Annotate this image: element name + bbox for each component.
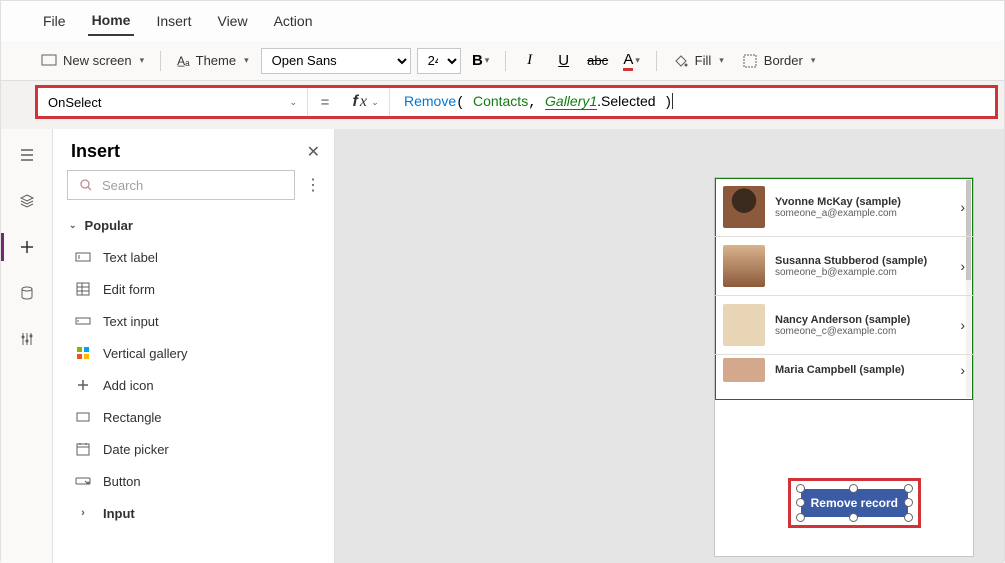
avatar xyxy=(723,358,765,382)
insert-vertical-gallery[interactable]: Vertical gallery xyxy=(53,337,334,369)
insert-text-label[interactable]: Text label xyxy=(53,241,334,273)
selection-highlight: Remove record xyxy=(788,478,921,528)
chevron-right-icon[interactable]: › xyxy=(960,258,965,274)
formula-bar: OnSelect ⌄ = fx ⌄ Remove( Contacts, Gall… xyxy=(35,85,998,119)
layers-icon[interactable] xyxy=(15,189,39,213)
resize-handle[interactable] xyxy=(904,513,913,522)
insert-button[interactable]: Button xyxy=(53,465,334,497)
close-icon[interactable]: ✕ xyxy=(307,142,320,162)
menu-insert[interactable]: Insert xyxy=(152,7,195,35)
underline-button[interactable]: U xyxy=(550,47,578,75)
chevron-right-icon[interactable]: › xyxy=(960,362,965,378)
insert-edit-form[interactable]: Edit form xyxy=(53,273,334,305)
equals-sign: = xyxy=(308,94,342,111)
menu-home[interactable]: Home xyxy=(88,6,135,36)
search-icon xyxy=(78,177,94,193)
new-screen-icon xyxy=(41,53,57,69)
panel-title: Insert xyxy=(71,141,120,162)
chevron-right-icon[interactable]: › xyxy=(960,317,965,333)
left-rail xyxy=(1,129,53,563)
chevron-down-icon: ⌄ xyxy=(289,97,297,108)
menu-action[interactable]: Action xyxy=(270,7,317,35)
resize-handle[interactable] xyxy=(849,513,858,522)
resize-handle[interactable] xyxy=(904,484,913,493)
search-input[interactable]: Search xyxy=(67,170,295,200)
remove-record-button[interactable]: Remove record xyxy=(801,489,908,517)
menu-view[interactable]: View xyxy=(213,7,251,35)
insert-rail-icon[interactable] xyxy=(15,235,39,259)
formula-input[interactable]: Remove( Contacts, Gallery1.Selected ) xyxy=(390,93,995,111)
insert-panel: Insert ✕ Search ⋮ ⌄ Popular Text label E… xyxy=(53,129,335,563)
menu-file[interactable]: File xyxy=(39,7,70,35)
fill-button[interactable]: Fill▾ xyxy=(667,49,730,73)
italic-button[interactable]: I xyxy=(516,47,544,75)
avatar xyxy=(723,304,765,346)
chevron-down-icon: ⌄ xyxy=(69,220,77,231)
font-color-button[interactable]: A▾ xyxy=(618,47,646,75)
ribbon-toolbar: New screen▾ A̲ₐ Theme▾ Open Sans 24 B▾ I… xyxy=(1,41,1004,81)
gallery-control[interactable]: Yvonne McKay (sample)someone_a@example.c… xyxy=(715,178,973,385)
resize-handle[interactable] xyxy=(904,498,913,507)
font-name-select[interactable]: Open Sans xyxy=(261,48,411,74)
resize-handle[interactable] xyxy=(849,484,858,493)
chevron-right-icon[interactable]: › xyxy=(960,199,965,215)
data-icon[interactable] xyxy=(15,281,39,305)
bold-button[interactable]: B▾ xyxy=(467,47,495,75)
strikethrough-button[interactable]: abc xyxy=(584,47,612,75)
theme-button[interactable]: A̲ₐ Theme▾ xyxy=(171,49,254,72)
avatar xyxy=(723,245,765,287)
app-preview: Yvonne McKay (sample)someone_a@example.c… xyxy=(714,177,974,557)
gallery-row[interactable]: Susanna Stubberod (sample)someone_b@exam… xyxy=(715,237,973,296)
tree-view-icon[interactable] xyxy=(15,143,39,167)
menu-bar: File Home Insert View Action xyxy=(1,1,1004,41)
category-popular[interactable]: ⌄ Popular xyxy=(53,210,334,241)
gallery-row[interactable]: Nancy Anderson (sample)someone_c@example… xyxy=(715,296,973,355)
border-icon xyxy=(742,53,758,69)
fill-icon xyxy=(673,53,689,69)
resize-handle[interactable] xyxy=(796,484,805,493)
gallery-row[interactable]: Yvonne McKay (sample)someone_a@example.c… xyxy=(715,178,973,237)
more-icon[interactable]: ⋮ xyxy=(305,175,320,195)
insert-add-icon[interactable]: Add icon xyxy=(53,369,334,401)
resize-handle[interactable] xyxy=(796,498,805,507)
fx-button[interactable]: fx ⌄ xyxy=(342,88,390,116)
insert-date-picker[interactable]: Date picker xyxy=(53,433,334,465)
insert-text-input[interactable]: Text input xyxy=(53,305,334,337)
insert-input-category[interactable]: ›Input xyxy=(53,497,334,529)
new-screen-button[interactable]: New screen▾ xyxy=(35,49,150,73)
avatar xyxy=(723,186,765,228)
font-size-select[interactable]: 24 xyxy=(417,48,461,74)
gallery-row[interactable]: Maria Campbell (sample) › xyxy=(715,355,973,385)
insert-rectangle[interactable]: Rectangle xyxy=(53,401,334,433)
property-dropdown[interactable]: OnSelect ⌄ xyxy=(38,88,308,116)
tools-icon[interactable] xyxy=(15,327,39,351)
canvas[interactable]: Yvonne McKay (sample)someone_a@example.c… xyxy=(335,129,1004,563)
border-button[interactable]: Border▾ xyxy=(736,49,822,73)
resize-handle[interactable] xyxy=(796,513,805,522)
